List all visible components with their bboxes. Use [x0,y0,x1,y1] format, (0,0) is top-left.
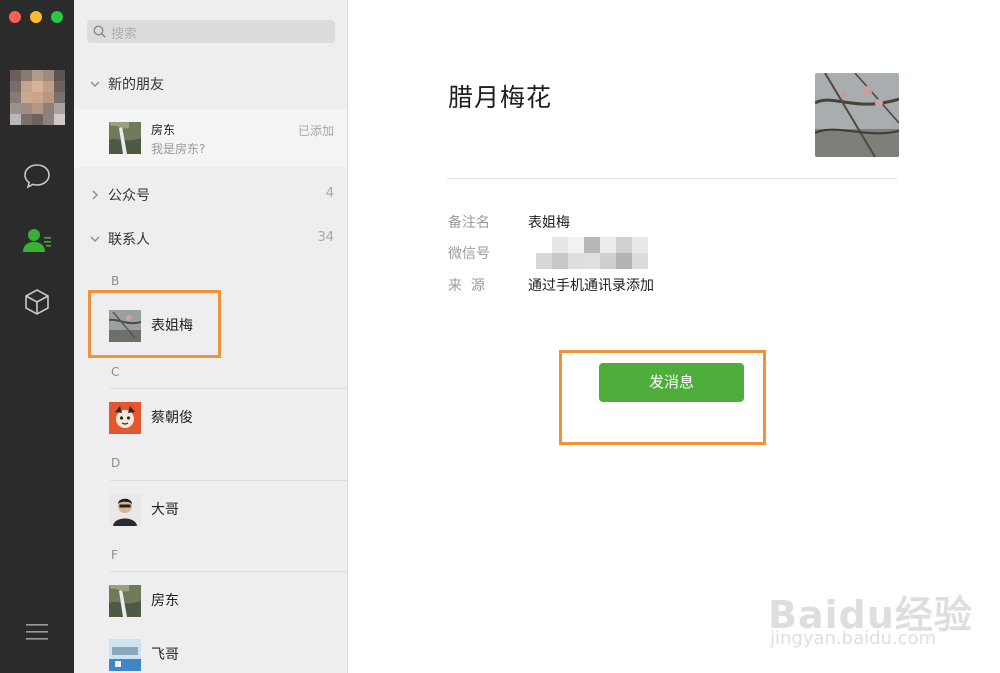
profile-avatar[interactable] [815,73,899,157]
send-message-button[interactable]: 发消息 [599,363,744,402]
divider [446,178,898,179]
contact-name: 表姐梅 [151,318,193,334]
section-letter: D [111,456,121,470]
avatar [109,585,141,617]
avatar [109,494,141,526]
contact-item-fangdong[interactable]: 房东 [74,572,347,630]
minimize-window-button[interactable] [30,11,42,23]
favorites-cube-icon[interactable] [21,286,53,318]
search-icon [93,25,106,38]
contact-name: 房东 [151,593,179,609]
group-label: 公众号 [108,188,150,204]
group-label: 联系人 [108,232,150,248]
chevron-down-icon [90,236,100,242]
contact-item-caichaojun[interactable]: 蔡朝俊 [74,389,347,447]
chat-icon[interactable] [21,160,53,192]
new-friend-message: 我是房东? [151,142,206,156]
navigation-rail [0,0,74,673]
search-input[interactable]: 搜索 [87,20,335,43]
group-count: 4 [325,186,334,201]
avatar [109,122,141,154]
section-letter: C [111,365,120,379]
search-placeholder: 搜索 [111,27,138,42]
group-count: 34 [317,230,334,245]
contact-name: 蔡朝俊 [151,410,193,426]
section-letter: F [111,548,118,562]
contact-item-feige[interactable]: 飞哥 [74,626,347,673]
added-status: 已添加 [297,124,334,138]
remark-label: 备注名 [448,215,490,231]
contact-name: 大哥 [151,502,179,518]
contacts-icon[interactable] [21,224,53,256]
contact-name: 飞哥 [151,647,179,663]
remark-value: 表姐梅 [528,215,570,231]
menu-icon[interactable] [21,616,53,648]
chevron-down-icon [90,81,100,87]
avatar [109,639,141,671]
contact-list-panel: 搜索 新的朋友 房东 我是房东? 已添加 公众号 4 联系人 34 B 表姐梅 … [74,0,348,673]
my-avatar[interactable] [10,70,65,125]
wechat-id-mosaic [536,237,648,270]
close-window-button[interactable] [9,11,21,23]
source-value: 通过手机通讯录添加 [528,278,654,294]
source-label: 来 源 [448,278,485,294]
chevron-right-icon [92,190,98,200]
avatar [109,402,141,434]
group-label: 新的朋友 [108,77,164,93]
group-new-friends[interactable]: 新的朋友 [74,67,347,101]
new-friend-item[interactable]: 房东 我是房东? 已添加 [74,109,347,167]
new-friend-name: 房东 [151,123,176,137]
wechat-id-label: 微信号 [448,246,490,262]
profile-nickname: 腊月梅花 [448,83,553,112]
section-letter: B [111,274,120,288]
contact-detail-panel: 腊月梅花 备注名 表姐梅 微信号 来 源 通过手机通讯录添加 发消息 [348,0,1000,673]
contact-item-dage[interactable]: 大哥 [74,481,347,539]
group-official-accounts[interactable]: 公众号 4 [74,178,347,212]
avatar [109,310,141,342]
contact-item-biaojiemei[interactable]: 表姐梅 [74,297,347,355]
group-contacts[interactable]: 联系人 34 [74,222,347,256]
zoom-window-button[interactable] [51,11,63,23]
